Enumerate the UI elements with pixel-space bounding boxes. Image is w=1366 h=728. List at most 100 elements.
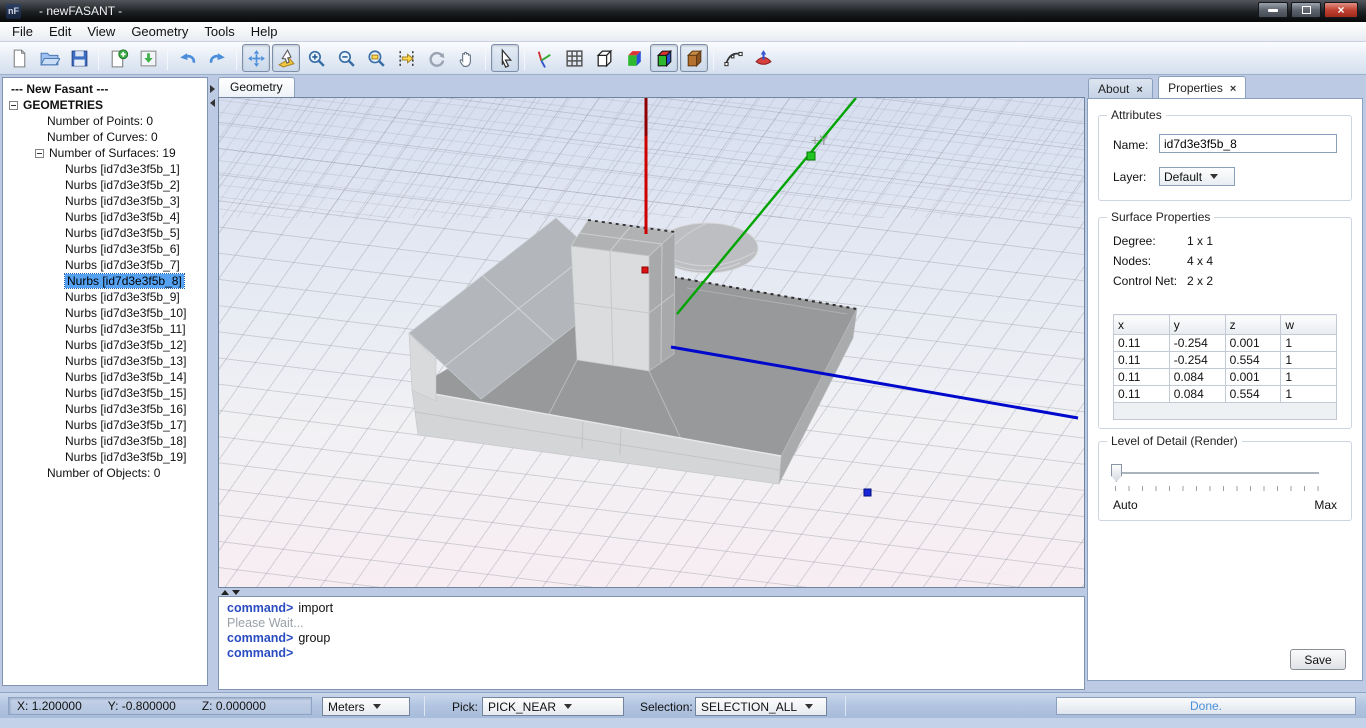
shaded-edges-view-button[interactable] xyxy=(650,44,678,72)
fit-view-button[interactable] xyxy=(242,44,270,72)
pick-mode-select[interactable]: PICK_NEAR xyxy=(482,697,624,716)
zoom-in-icon xyxy=(306,48,327,69)
shaded-cube-icon xyxy=(624,48,645,69)
wireframe-view-button[interactable] xyxy=(590,44,618,72)
cursor-coordinates: X: 1.200000 Y: -0.800000 Z: 0.000000 xyxy=(8,697,312,715)
tree-item-nurbs[interactable]: Nurbs [id7d3e3f5b_15] xyxy=(3,385,207,401)
tree-item-nurbs[interactable]: Nurbs [id7d3e3f5b_3] xyxy=(3,193,207,209)
pick-surface-button[interactable] xyxy=(272,44,300,72)
toolbar-separator xyxy=(524,46,525,70)
close-icon: × xyxy=(1337,4,1344,16)
zoom-window-button[interactable] xyxy=(362,44,390,72)
layer-select[interactable]: Default xyxy=(1159,167,1235,186)
tree-item-nurbs[interactable]: Nurbs [id7d3e3f5b_12] xyxy=(3,337,207,353)
menu-item-geometry[interactable]: Geometry xyxy=(123,22,196,41)
save-properties-button[interactable]: Save xyxy=(1290,649,1346,670)
table-row[interactable]: 0.11-0.2540.0011 xyxy=(1114,335,1337,352)
grid-toggle-button[interactable] xyxy=(560,44,588,72)
rotate-view-button[interactable] xyxy=(422,44,450,72)
table-header-y[interactable]: y xyxy=(1169,315,1225,335)
viewport-3d[interactable]: +Y xyxy=(218,97,1085,588)
tree-node-surfaces[interactable]: Number of Surfaces: 19 xyxy=(3,145,207,161)
lod-slider-thumb[interactable] xyxy=(1111,464,1122,482)
menu-item-tools[interactable]: Tools xyxy=(196,22,242,41)
tab-about[interactable]: About× xyxy=(1088,78,1153,100)
zoom-selection-button[interactable] xyxy=(392,44,420,72)
tree-item-nurbs[interactable]: Nurbs [id7d3e3f5b_18] xyxy=(3,433,207,449)
menu-item-file[interactable]: File xyxy=(4,22,41,41)
tree-item-nurbs[interactable]: Nurbs [id7d3e3f5b_6] xyxy=(3,241,207,257)
control-points-table[interactable]: xyzw0.11-0.2540.00110.11-0.2540.55410.11… xyxy=(1113,314,1337,420)
vertical-splitter[interactable] xyxy=(209,77,217,686)
tree-item-nurbs[interactable]: Nurbs [id7d3e3f5b_13] xyxy=(3,353,207,369)
collapse-icon[interactable] xyxy=(9,101,18,110)
selection-mode-select[interactable]: SELECTION_ALL xyxy=(695,697,827,716)
new-file-button[interactable] xyxy=(5,44,33,72)
table-row[interactable]: 0.110.0840.5541 xyxy=(1114,386,1337,403)
undo-button[interactable] xyxy=(173,44,201,72)
menu-item-help[interactable]: Help xyxy=(243,22,286,41)
tab-properties-close-icon[interactable]: × xyxy=(1230,83,1236,95)
curve-tool-button[interactable] xyxy=(719,44,747,72)
collapse-icon[interactable] xyxy=(35,149,44,158)
tree-item-nurbs[interactable]: Nurbs [id7d3e3f5b_11] xyxy=(3,321,207,337)
tree-item-nurbs[interactable]: Nurbs [id7d3e3f5b_9] xyxy=(3,289,207,305)
tree-item-nurbs[interactable]: Nurbs [id7d3e3f5b_1] xyxy=(3,161,207,177)
tab-about-close-icon[interactable]: × xyxy=(1136,84,1142,96)
zoom-out-icon xyxy=(336,48,357,69)
surface-tool-button[interactable] xyxy=(749,44,777,72)
zoom-out-button[interactable] xyxy=(332,44,360,72)
table-header-w[interactable]: w xyxy=(1281,315,1337,335)
table-row[interactable]: 0.11-0.2540.5541 xyxy=(1114,352,1337,369)
lod-slider-track[interactable] xyxy=(1113,472,1319,474)
table-header-z[interactable]: z xyxy=(1225,315,1281,335)
import-button[interactable] xyxy=(134,44,162,72)
tower-surface xyxy=(571,220,675,371)
tree-node-curves[interactable]: Number of Curves: 0 xyxy=(3,129,207,145)
minimize-button[interactable] xyxy=(1258,2,1288,18)
textured-view-button[interactable] xyxy=(680,44,708,72)
tab-geometry[interactable]: Geometry xyxy=(218,77,295,97)
selection-label: Selection: xyxy=(640,700,693,714)
select-cursor-button[interactable] xyxy=(491,44,519,72)
tree-item-nurbs[interactable]: Nurbs [id7d3e3f5b_4] xyxy=(3,209,207,225)
lod-legend: Level of Detail (Render) xyxy=(1107,434,1242,448)
chevron-down-icon xyxy=(805,704,813,709)
units-select[interactable]: Meters xyxy=(322,697,410,716)
redo-button[interactable] xyxy=(203,44,231,72)
tree-item-nurbs[interactable]: Nurbs [id7d3e3f5b_19] xyxy=(3,449,207,465)
tree-node-objects[interactable]: Number of Objects: 0 xyxy=(3,465,207,481)
console-splitter[interactable] xyxy=(218,589,1085,596)
menu-item-edit[interactable]: Edit xyxy=(41,22,79,41)
name-field[interactable] xyxy=(1159,134,1337,153)
command-console[interactable]: command>importPlease Wait...command>grou… xyxy=(218,596,1085,690)
tree-item-nurbs-selected[interactable]: Nurbs [id7d3e3f5b_8] xyxy=(3,273,207,289)
surface-properties-legend: Surface Properties xyxy=(1107,210,1214,224)
console-line: command>group xyxy=(227,631,1076,646)
tree-item-nurbs[interactable]: Nurbs [id7d3e3f5b_17] xyxy=(3,417,207,433)
close-button[interactable]: × xyxy=(1324,2,1358,18)
toolbar xyxy=(0,42,1366,75)
tree-item-nurbs[interactable]: Nurbs [id7d3e3f5b_16] xyxy=(3,401,207,417)
axes-toggle-button[interactable] xyxy=(530,44,558,72)
window-frame xyxy=(0,718,1366,728)
tree-item-nurbs[interactable]: Nurbs [id7d3e3f5b_7] xyxy=(3,257,207,273)
shaded-view-button[interactable] xyxy=(620,44,648,72)
tree-node-points[interactable]: Number of Points: 0 xyxy=(3,113,207,129)
tab-properties[interactable]: Properties× xyxy=(1158,76,1246,99)
zoom-selection-icon xyxy=(396,48,417,69)
table-header-x[interactable]: x xyxy=(1114,315,1170,335)
save-button[interactable] xyxy=(65,44,93,72)
open-button[interactable] xyxy=(35,44,63,72)
zoom-in-button[interactable] xyxy=(302,44,330,72)
tree-item-nurbs[interactable]: Nurbs [id7d3e3f5b_10] xyxy=(3,305,207,321)
tree-item-nurbs[interactable]: Nurbs [id7d3e3f5b_5] xyxy=(3,225,207,241)
tree-item-nurbs[interactable]: Nurbs [id7d3e3f5b_2] xyxy=(3,177,207,193)
table-row[interactable]: 0.110.0840.0011 xyxy=(1114,369,1337,386)
menu-item-view[interactable]: View xyxy=(79,22,123,41)
tree-item-nurbs[interactable]: Nurbs [id7d3e3f5b_14] xyxy=(3,369,207,385)
restore-button[interactable] xyxy=(1291,2,1321,18)
tree-node-geometries[interactable]: GEOMETRIES xyxy=(3,97,207,113)
add-geometry-button[interactable] xyxy=(104,44,132,72)
pan-button[interactable] xyxy=(452,44,480,72)
